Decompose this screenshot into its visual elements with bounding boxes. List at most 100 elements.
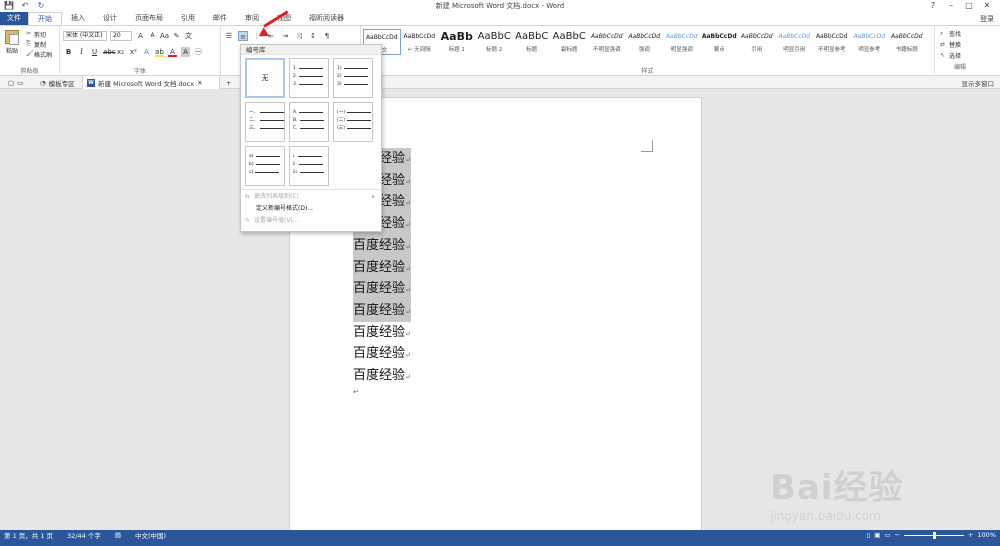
phonetic-icon[interactable]: 文 — [184, 31, 193, 41]
superscript-icon[interactable]: x² — [129, 47, 138, 57]
read-mode-icon[interactable]: ▯ — [867, 531, 871, 539]
subscript-icon[interactable]: x₂ — [116, 47, 125, 57]
underline-icon[interactable]: U — [90, 47, 99, 57]
clear-format-icon[interactable]: ✎ — [172, 31, 181, 41]
numbering-format-option[interactable]: 1. 2. 3. — [289, 58, 329, 98]
change-list-level-item[interactable]: ⇆ 更改列表级别(C) ▸ — [245, 191, 378, 203]
style-emphasis[interactable]: AaBbCcDd 强调 — [626, 29, 664, 55]
numbering-format-option[interactable]: (一) (二) (三) — [333, 102, 373, 142]
numbering-format-option[interactable]: A. B. C. — [289, 102, 329, 142]
font-color-icon[interactable]: A — [168, 47, 177, 57]
show-marks-icon[interactable]: ¶ — [322, 31, 332, 41]
document-tab[interactable]: W 新建 Microsoft Word 文档.docx ✕ — [82, 76, 220, 89]
style-book-title[interactable]: AaBbCcDd 书籍标题 — [888, 29, 926, 55]
style-subtitle[interactable]: AaBbC 副标题 — [551, 29, 589, 55]
zoom-slider[interactable] — [903, 531, 964, 539]
document-line[interactable]: 百度经验↵ — [353, 365, 411, 387]
numbering-icon[interactable]: ≡ — [238, 31, 248, 41]
zoom-thumb[interactable] — [932, 531, 936, 539]
print-layout-icon[interactable]: ▣ — [874, 531, 880, 539]
document-line[interactable]: 百度经验↵ — [353, 256, 411, 279]
style-no-spacing[interactable]: AaBbCcDd ↵ 无间隔 — [401, 29, 439, 55]
tab-file[interactable]: 文件 — [0, 12, 28, 25]
multi-window-toggle[interactable]: 显示多窗口 — [962, 78, 995, 88]
tab-insert[interactable]: 插入 — [62, 12, 94, 25]
document-line[interactable]: 百度经验↵ — [353, 234, 411, 257]
paste-label: 粘贴 — [5, 48, 18, 55]
style-intense-reference[interactable]: AaBbCcDd 明显参考 — [851, 29, 889, 55]
font-name-select[interactable]: 宋体 (中文正) — [63, 31, 107, 41]
style-strong[interactable]: AaBbCcDd 要点 — [701, 29, 739, 55]
cut-button[interactable]: ✂ 剪切 — [26, 29, 52, 39]
format-painter-button[interactable]: 🖌 格式刷 — [26, 49, 52, 59]
style-heading-2[interactable]: AaBbC 标题 2 — [476, 29, 514, 55]
clipboard-group: 粘贴 ✂ 剪切 ⎘ 复制 🖌 格式刷 剪贴板 — [0, 26, 60, 76]
style-title[interactable]: AaBbC 标题 — [513, 29, 551, 55]
text-effects-icon[interactable]: A — [142, 47, 151, 57]
style-heading-1[interactable]: AaBb 标题 1 — [438, 29, 476, 55]
italic-icon[interactable]: I — [77, 47, 86, 57]
language-status[interactable]: 中文(中国) — [135, 530, 166, 540]
document-line[interactable]: 百度经验↵ — [353, 343, 411, 365]
document-line[interactable]: 百度经验↵ — [353, 322, 411, 344]
document-line[interactable]: 百度经验↵ — [353, 278, 411, 301]
font-size-select[interactable]: 20 — [110, 31, 132, 41]
strikethrough-icon[interactable]: abc — [103, 47, 116, 57]
maximize-icon[interactable]: □ — [960, 0, 978, 12]
web-layout-icon[interactable]: ▭ — [884, 531, 890, 539]
bold-icon[interactable]: B — [64, 47, 73, 57]
tab-review[interactable]: 审阅 — [236, 12, 268, 25]
page-count[interactable]: 第 1 页，共 1 页 — [4, 530, 53, 540]
style-subtle-reference[interactable]: AaBbCcDd 不明显参考 — [813, 29, 851, 55]
tab-layout[interactable]: 页面布局 — [126, 12, 172, 25]
zoom-level[interactable]: 100% — [977, 531, 996, 539]
word-count[interactable]: 32/44 个字 — [67, 530, 101, 540]
style-subtle-emphasis[interactable]: AaBbCcDd 不明显强调 — [588, 29, 626, 55]
tab-close-icon[interactable]: ✕ — [197, 79, 202, 87]
chinese-layout-icon[interactable]: ⤨ — [294, 31, 304, 41]
style-intense-quote[interactable]: AaBbCcDd 明显引用 — [776, 29, 814, 55]
sort-icon[interactable]: ↕ — [308, 31, 318, 41]
numbering-format-option[interactable]: 一、 二、 三、 — [245, 102, 285, 142]
highlight-icon[interactable]: ab — [155, 47, 164, 57]
zoom-in-icon[interactable]: + — [968, 531, 973, 539]
template-tab[interactable]: ◔ 模板专区 — [36, 76, 79, 89]
replace-button[interactable]: ⇄ 替换 — [940, 39, 1000, 50]
char-shading-icon[interactable]: A — [181, 47, 190, 57]
tab-foxit[interactable]: 福昕阅读器 — [300, 12, 353, 25]
copy-button[interactable]: ⎘ 复制 — [26, 39, 52, 49]
tab-mailings[interactable]: 邮件 — [204, 12, 236, 25]
zoom-out-icon[interactable]: − — [895, 531, 900, 539]
style-quote[interactable]: AaBbCcDd 引用 — [738, 29, 776, 55]
bullets-icon[interactable]: ☰ — [224, 31, 234, 41]
document-line[interactable]: 百度经验↵ — [353, 299, 411, 322]
paste-button[interactable]: 粘贴 — [4, 30, 20, 56]
new-tab-button[interactable]: + — [222, 76, 235, 89]
numbering-format-option[interactable]: i. ii. iii. — [289, 146, 329, 186]
end-paragraph-mark: ↵ — [353, 388, 359, 396]
close-icon[interactable]: ✕ — [978, 0, 996, 12]
shrink-font-icon[interactable]: A — [148, 31, 157, 41]
define-new-number-format-item[interactable]: 定义新编号格式(D)... — [245, 203, 378, 215]
numbering-format-option[interactable]: 1) 2) 3) — [333, 58, 373, 98]
style-sample: AaBbC — [515, 31, 549, 42]
increase-indent-icon[interactable]: ⇥ — [280, 31, 290, 41]
help-icon[interactable]: ? — [924, 0, 942, 12]
tab-home[interactable]: 开始 — [28, 12, 62, 25]
proofing-icon[interactable]: ▤ — [115, 531, 121, 539]
find-button[interactable]: ⌕ 查找 — [940, 28, 1000, 39]
home-tab-icon[interactable]: ▢ ▭ — [4, 76, 27, 89]
minimize-icon[interactable]: – — [942, 0, 960, 12]
numbering-format-option[interactable]: a) b) c) — [245, 146, 285, 186]
login-link[interactable]: 登录 — [980, 14, 994, 24]
tab-references[interactable]: 引用 — [172, 12, 204, 25]
enclose-char-icon[interactable]: ㊀ — [194, 47, 203, 57]
tab-design[interactable]: 设计 — [94, 12, 126, 25]
style-intense-emphasis[interactable]: AaBbCcDd 明显强调 — [663, 29, 701, 55]
select-button[interactable]: ↖ 选择 — [940, 50, 1000, 61]
set-numbering-value-item[interactable]: ✎ 设置编号值(V)... — [245, 215, 378, 227]
numbering-none[interactable]: 无 — [245, 58, 285, 98]
paragraph-mark: ↵ — [405, 156, 411, 164]
change-case-icon[interactable]: Aa — [160, 31, 169, 41]
grow-font-icon[interactable]: A — [136, 31, 145, 41]
